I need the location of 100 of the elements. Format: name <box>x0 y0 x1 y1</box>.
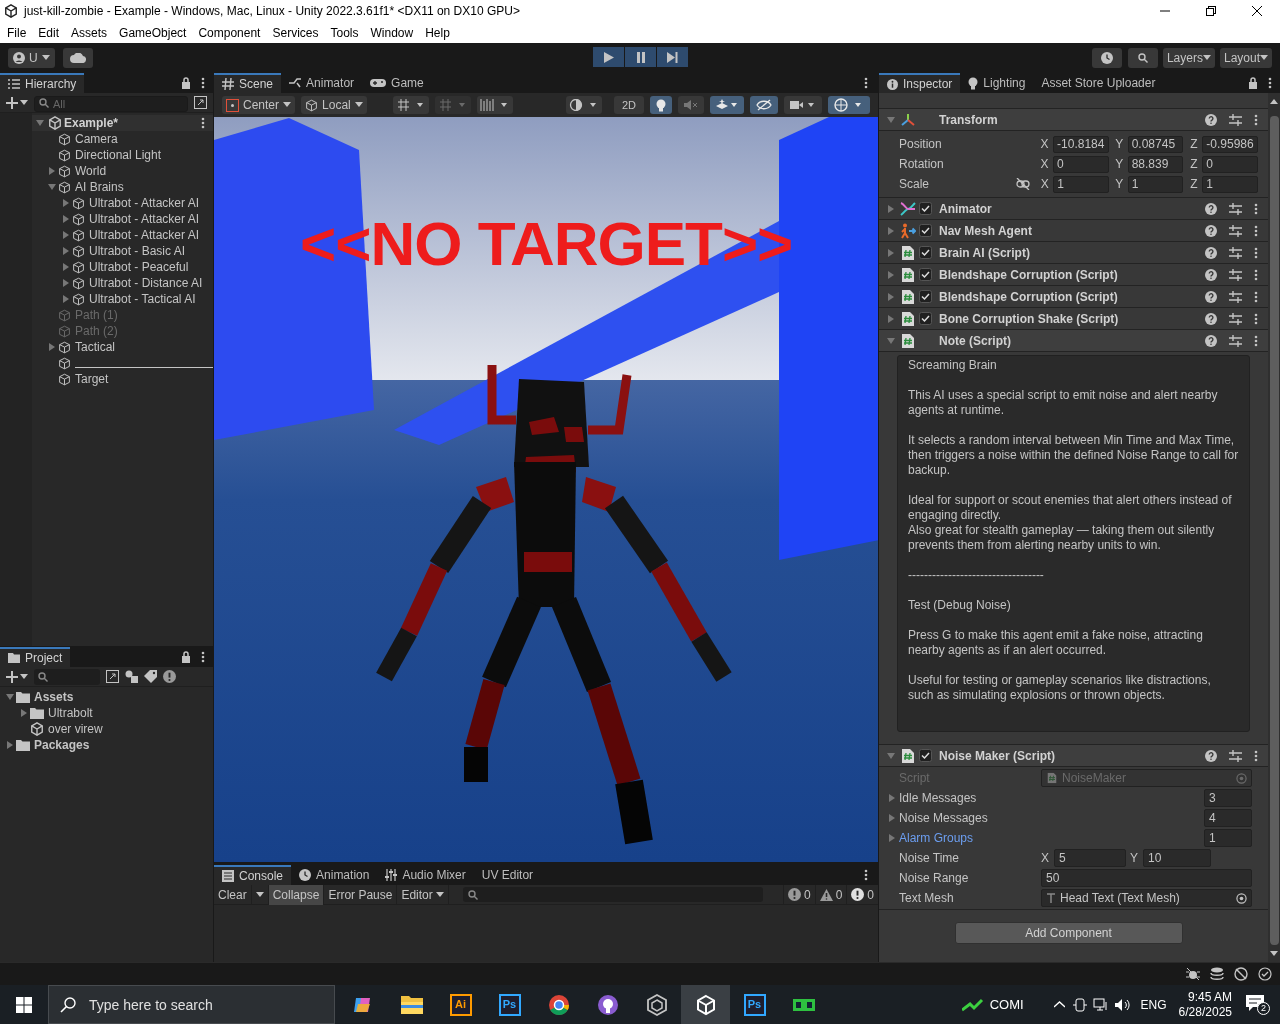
clock-time[interactable]: 9:45 AM <box>1187 989 1232 1005</box>
component-title[interactable]: Brain AI (Script) <box>939 243 1030 262</box>
help-icon[interactable] <box>1205 246 1217 259</box>
number-field[interactable]: -10.8184 <box>1053 135 1109 153</box>
array-size-field[interactable]: 1 <box>1204 829 1252 847</box>
object-picker-icon[interactable] <box>1236 892 1247 904</box>
presets-icon[interactable] <box>1229 268 1242 281</box>
array-size-field[interactable]: 4 <box>1204 809 1252 827</box>
effects-toggle[interactable] <box>710 96 744 114</box>
play-button[interactable] <box>593 47 624 67</box>
presets-icon[interactable] <box>1229 290 1242 303</box>
hierarchy-item[interactable]: AI Brains <box>75 178 124 196</box>
visibility-toggle[interactable] <box>750 96 778 114</box>
console-tab[interactable]: Audio Mixer <box>377 865 474 885</box>
scene-tab[interactable]: Game <box>362 73 432 93</box>
scene-search-icon[interactable] <box>106 670 119 683</box>
add-button[interactable] <box>6 670 28 683</box>
presets-icon[interactable] <box>1229 113 1242 126</box>
console-tab[interactable]: UV Editor <box>473 865 542 885</box>
scrollbar[interactable] <box>1268 93 1280 962</box>
ruler-button[interactable] <box>476 96 513 114</box>
console-tab[interactable]: Animation <box>291 865 378 885</box>
collapse-arrow-icon[interactable] <box>885 336 897 345</box>
number-field[interactable]: 0 <box>1053 155 1109 173</box>
tray-app-label[interactable]: COMI <box>989 994 1024 1015</box>
check-icon[interactable] <box>1258 967 1272 981</box>
step-button[interactable] <box>657 47 688 67</box>
number-field[interactable]: 0 <box>1202 155 1258 173</box>
scene-search-icon[interactable] <box>194 96 207 109</box>
more-icon[interactable] <box>864 77 868 89</box>
pause-button[interactable] <box>625 47 656 67</box>
help-icon[interactable] <box>1205 224 1217 237</box>
menu-item[interactable]: Component <box>193 23 266 42</box>
more-icon[interactable] <box>1254 749 1258 762</box>
more-icon[interactable] <box>1254 224 1258 237</box>
help-icon[interactable] <box>1205 290 1217 303</box>
device-icon[interactable] <box>1072 997 1087 1012</box>
more-icon[interactable] <box>864 869 868 881</box>
component-title[interactable]: Bone Corruption Shake (Script) <box>939 309 1119 328</box>
more-icon[interactable] <box>1254 202 1258 215</box>
hierarchy-item[interactable]: Ultrabot - Attacker AI <box>89 210 200 228</box>
menu-item[interactable]: GameObject <box>114 23 192 42</box>
menu-item[interactable]: Help <box>420 23 455 42</box>
grid-snap-button[interactable] <box>392 96 429 114</box>
presets-icon[interactable] <box>1229 312 1242 325</box>
more-icon[interactable] <box>1254 268 1258 281</box>
project-item[interactable]: Ultrabolt <box>48 704 93 722</box>
hierarchy-tab[interactable]: Hierarchy <box>0 73 85 93</box>
inspector-tab[interactable]: Asset Store Uploader <box>1033 73 1164 93</box>
component-title[interactable]: Transform <box>939 110 998 129</box>
help-icon[interactable] <box>1205 334 1217 347</box>
more-icon[interactable] <box>1254 113 1258 126</box>
account-button[interactable]: U <box>8 47 55 68</box>
volume-icon[interactable] <box>1114 997 1131 1012</box>
taskbar-app-button[interactable]: Ai <box>436 985 485 1024</box>
search-field[interactable] <box>34 668 100 685</box>
more-icon[interactable] <box>1254 312 1258 325</box>
hierarchy-item[interactable]: Ultrabot - Attacker AI <box>89 226 200 244</box>
more-icon[interactable] <box>201 651 205 663</box>
add-button[interactable] <box>6 96 28 109</box>
gizmos-toggle[interactable] <box>828 96 870 114</box>
lock-icon[interactable] <box>181 651 191 663</box>
auto-generate-icon[interactable] <box>1234 967 1248 981</box>
history-button[interactable] <box>1091 47 1122 68</box>
number-field[interactable]: 88.839 <box>1127 155 1184 173</box>
pivot-dropdown[interactable]: Center <box>222 96 296 114</box>
log-count-icon[interactable] <box>787 888 801 901</box>
collapse-arrow-icon[interactable] <box>34 119 46 127</box>
taskbar-app-button[interactable]: Ps <box>730 985 779 1024</box>
hierarchy-item[interactable]: Target <box>75 370 109 388</box>
array-size-field[interactable]: 3 <box>1204 789 1252 807</box>
error-count-icon[interactable] <box>851 888 865 901</box>
lock-icon[interactable] <box>1248 77 1258 89</box>
clock-date[interactable]: 6/28/2025 <box>1178 1004 1232 1020</box>
number-field[interactable]: -0.95986 <box>1202 135 1258 153</box>
number-field[interactable]: 1 <box>1053 175 1109 193</box>
tag-icon[interactable] <box>144 670 157 683</box>
hierarchy-item[interactable]: World <box>75 162 107 180</box>
warning-count-icon[interactable] <box>819 888 833 901</box>
chart-line-icon[interactable] <box>961 997 984 1012</box>
component-title[interactable]: Blendshape Corruption (Script) <box>939 287 1118 306</box>
component-title[interactable]: Nav Mesh Agent <box>939 221 1032 240</box>
more-icon[interactable] <box>1268 77 1272 89</box>
cloud-button[interactable] <box>62 47 93 68</box>
hierarchy-item[interactable]: Ultrabot - Basic AI <box>89 242 186 260</box>
project-item[interactable]: Packages <box>34 736 90 754</box>
presets-icon[interactable] <box>1229 749 1242 762</box>
collapse-arrow-icon[interactable] <box>885 751 897 760</box>
collapse-arrow-icon[interactable] <box>4 693 16 701</box>
layout-dropdown[interactable]: Layout <box>1219 47 1272 68</box>
component-title[interactable]: Animator <box>939 199 992 218</box>
console-button[interactable]: Error Pause <box>324 884 398 905</box>
hierarchy-item[interactable]: Ultrabot - Attacker AI <box>89 194 200 212</box>
chevron-up-icon[interactable] <box>1053 1001 1065 1008</box>
add-component-button[interactable]: Add Component <box>954 922 1183 944</box>
search-field[interactable] <box>462 887 763 902</box>
hierarchy-item[interactable]: Ultrabot - Distance AI <box>89 274 203 292</box>
console-button[interactable]: Clear <box>214 884 252 905</box>
help-icon[interactable] <box>1205 749 1217 762</box>
presets-icon[interactable] <box>1229 246 1242 259</box>
